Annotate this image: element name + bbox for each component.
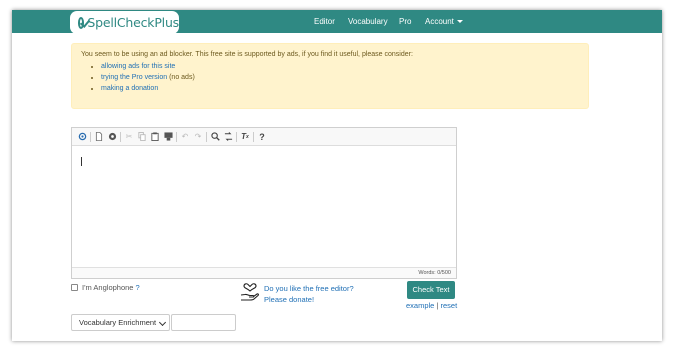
new-document-icon[interactable] xyxy=(94,132,104,142)
text-cursor xyxy=(81,157,82,166)
reset-link[interactable]: reset xyxy=(441,301,458,310)
vocabulary-select[interactable]: Vocabulary Enrichment xyxy=(71,314,170,331)
pro-version-link[interactable]: trying the Pro version xyxy=(101,74,167,81)
brand-name: SpellCheckPlus xyxy=(87,15,179,30)
nav-account-label: Account xyxy=(425,17,454,26)
vocabulary-select-value: Vocabulary Enrichment xyxy=(79,318,157,327)
editor-statusbar: Words: 0/500 xyxy=(72,267,456,278)
remove-format-icon[interactable]: Tx xyxy=(240,132,250,142)
no-ads-note: (no ads) xyxy=(167,74,195,81)
nav-pro[interactable]: Pro xyxy=(399,17,411,26)
check-text-button[interactable]: Check Text xyxy=(407,281,455,299)
alert-option-donate: making a donation xyxy=(101,83,579,94)
anglophone-help-link[interactable]: ? xyxy=(135,283,139,292)
checkmark-logo-icon xyxy=(78,16,85,29)
allow-ads-link[interactable]: allowing ads for this site xyxy=(101,63,175,70)
text-editor: ✂ ↶ ↷ Tx ? Words: 0/500 xyxy=(71,127,457,279)
nav-vocabulary[interactable]: Vocabulary xyxy=(348,17,388,26)
brand-logo[interactable]: SpellCheckPlus xyxy=(70,11,179,34)
paste-text-icon[interactable] xyxy=(163,132,173,142)
preview-icon[interactable] xyxy=(107,132,117,142)
alert-option-allow-ads: allowing ads for this site xyxy=(101,61,579,72)
toolbar-divider xyxy=(90,131,91,142)
donation-link[interactable]: making a donation xyxy=(101,85,158,92)
editor-text-area[interactable] xyxy=(72,146,456,267)
promo-line-question[interactable]: Do you like the free editor? xyxy=(264,283,354,294)
alert-option-pro: trying the Pro version (no ads) xyxy=(101,72,579,83)
anglophone-option: I'm Anglophone ? xyxy=(71,283,140,292)
promo-line-donate[interactable]: Please donate! xyxy=(264,294,354,305)
browser-page: SpellCheckPlus Editor Vocabulary Pro Acc… xyxy=(12,10,662,341)
donate-heart-hand-icon xyxy=(240,283,259,301)
toolbar-divider xyxy=(120,131,121,142)
anglophone-label: I'm Anglophone xyxy=(82,283,134,292)
example-reset-links: example | reset xyxy=(406,301,457,310)
toolbar-divider xyxy=(206,131,207,142)
chevron-down-icon xyxy=(158,318,167,327)
alert-options-list: allowing ads for this site trying the Pr… xyxy=(81,61,579,94)
help-icon[interactable]: ? xyxy=(257,132,267,142)
nav-editor[interactable]: Editor xyxy=(314,17,335,26)
find-icon[interactable] xyxy=(210,132,220,142)
top-navbar: SpellCheckPlus Editor Vocabulary Pro Acc… xyxy=(12,10,662,34)
replace-icon[interactable] xyxy=(223,132,233,142)
toolbar-divider xyxy=(236,131,237,142)
cut-icon[interactable]: ✂ xyxy=(124,132,134,142)
caret-down-icon xyxy=(456,20,463,24)
donate-promo[interactable]: Do you like the free editor? Please dona… xyxy=(264,283,354,305)
vocabulary-input[interactable] xyxy=(171,314,236,331)
redo-icon[interactable]: ↷ xyxy=(193,132,203,142)
copy-icon[interactable] xyxy=(137,132,147,142)
anglophone-checkbox[interactable] xyxy=(71,284,78,291)
undo-icon[interactable]: ↶ xyxy=(180,132,190,142)
toolbar-divider xyxy=(253,131,254,142)
spellcheck-icon[interactable] xyxy=(77,132,87,142)
paste-icon[interactable] xyxy=(150,132,160,142)
adblock-alert: You seem to be using an ad blocker. This… xyxy=(71,43,589,109)
toolbar-divider xyxy=(176,131,177,142)
nav-account[interactable]: Account xyxy=(425,17,463,26)
editor-toolbar: ✂ ↶ ↷ Tx ? xyxy=(72,128,456,146)
example-link[interactable]: example xyxy=(406,301,434,310)
alert-message: You seem to be using an ad blocker. This… xyxy=(81,51,413,58)
link-separator: | xyxy=(436,301,439,310)
word-count: Words: 0/500 xyxy=(418,270,451,276)
